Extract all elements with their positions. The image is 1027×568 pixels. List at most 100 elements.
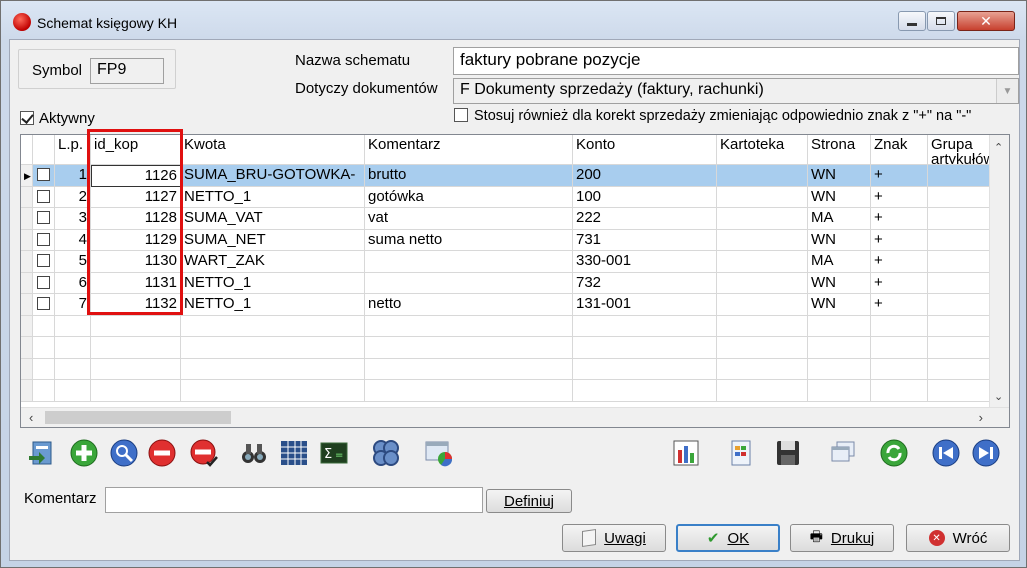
hscroll-thumb[interactable] <box>45 411 231 424</box>
cell-znak[interactable]: + <box>871 165 928 187</box>
cell-id_kop[interactable]: 1131 <box>91 272 181 294</box>
first-record-icon[interactable] <box>928 435 964 471</box>
scroll-left-icon[interactable]: ‹ <box>29 410 33 425</box>
binoculars-icon[interactable] <box>236 435 272 471</box>
uwagi-button[interactable]: Uwagi <box>562 524 666 552</box>
cell-kwota[interactable]: SUMA_NET <box>181 229 365 251</box>
cell-id_kop[interactable]: 1127 <box>91 186 181 208</box>
empty-row[interactable] <box>21 380 990 402</box>
settings-icon[interactable] <box>368 435 404 471</box>
edit-icon[interactable] <box>106 435 142 471</box>
cell-komentarz[interactable] <box>365 272 573 294</box>
cell-kwota[interactable]: NETTO_1 <box>181 294 365 316</box>
checkbox[interactable] <box>37 168 50 181</box>
empty-cell[interactable] <box>871 358 928 380</box>
table-row[interactable]: 7 1132 NETTO_1 netto 131-001 WN + <box>21 294 990 316</box>
cell-kwota[interactable]: NETTO_1 <box>181 186 365 208</box>
empty-cell[interactable] <box>55 337 91 359</box>
empty-cell[interactable] <box>717 337 808 359</box>
cell-lp[interactable]: 1 <box>55 165 91 187</box>
empty-cell[interactable] <box>33 358 55 380</box>
empty-cell[interactable] <box>928 380 990 402</box>
cell-konto[interactable]: 200 <box>573 165 717 187</box>
cell-lp[interactable]: 7 <box>55 294 91 316</box>
scroll-right-icon[interactable]: › <box>979 410 983 425</box>
add-icon[interactable] <box>66 435 102 471</box>
cell-strona[interactable]: WN <box>808 186 871 208</box>
cell-grupa[interactable] <box>928 165 990 187</box>
empty-cell[interactable] <box>55 380 91 402</box>
symbol-field[interactable]: FP9 <box>90 58 164 84</box>
empty-cell[interactable] <box>55 358 91 380</box>
cell-konto[interactable]: 330-001 <box>573 251 717 273</box>
header-konto[interactable]: Konto <box>573 135 717 165</box>
cell-strona[interactable]: MA <box>808 251 871 273</box>
cell-lp[interactable]: 6 <box>55 272 91 294</box>
windows-icon[interactable] <box>824 435 860 471</box>
cell-znak[interactable]: + <box>871 294 928 316</box>
empty-cell[interactable] <box>365 337 573 359</box>
maximize-button[interactable] <box>927 11 955 31</box>
cell-strona[interactable]: WN <box>808 272 871 294</box>
table-row[interactable]: 6 1131 NETTO_1 732 WN + <box>21 272 990 294</box>
cell-kartoteka[interactable] <box>717 229 808 251</box>
empty-cell[interactable] <box>55 315 91 337</box>
cell-lp[interactable]: 3 <box>55 208 91 230</box>
cell-komentarz[interactable]: brutto <box>365 165 573 187</box>
row-checkbox[interactable] <box>33 294 55 316</box>
ok-button[interactable]: ✔ OK <box>676 524 780 552</box>
checkbox[interactable] <box>37 297 50 310</box>
bar-chart-icon[interactable] <box>668 435 704 471</box>
cell-komentarz[interactable] <box>365 251 573 273</box>
last-record-icon[interactable] <box>968 435 1004 471</box>
cell-znak[interactable]: + <box>871 272 928 294</box>
aktywny-checkbox[interactable] <box>20 111 34 125</box>
table-row[interactable]: 4 1129 SUMA_NET suma netto 731 WN + <box>21 229 990 251</box>
cell-kwota[interactable]: WART_ZAK <box>181 251 365 273</box>
komentarz-field[interactable] <box>105 487 483 513</box>
scroll-up-icon[interactable]: ⌃ <box>994 141 1003 154</box>
table-row[interactable]: 3 1128 SUMA_VAT vat 222 MA + <box>21 208 990 230</box>
empty-cell[interactable] <box>928 358 990 380</box>
cell-konto[interactable]: 222 <box>573 208 717 230</box>
empty-cell[interactable] <box>91 380 181 402</box>
cell-kartoteka[interactable] <box>717 186 808 208</box>
cell-strona[interactable]: WN <box>808 165 871 187</box>
drukuj-button[interactable]: 🖶 Drukuj <box>790 524 894 552</box>
cell-kartoteka[interactable] <box>717 294 808 316</box>
empty-cell[interactable] <box>871 315 928 337</box>
empty-row[interactable] <box>21 315 990 337</box>
cell-id_kop[interactable]: 1132 <box>91 294 181 316</box>
checkbox[interactable] <box>37 254 50 267</box>
table-row[interactable]: 5 1130 WART_ZAK 330-001 MA + <box>21 251 990 273</box>
empty-cell[interactable] <box>33 337 55 359</box>
cell-grupa[interactable] <box>928 251 990 273</box>
vertical-scrollbar[interactable]: ⌃ ⌄ <box>989 135 1009 407</box>
wroc-button[interactable]: ✕ Wróć <box>906 524 1010 552</box>
delete-confirm-icon[interactable] <box>186 435 222 471</box>
delete-icon[interactable] <box>144 435 180 471</box>
row-checkbox[interactable] <box>33 186 55 208</box>
empty-cell[interactable] <box>91 337 181 359</box>
row-checkbox[interactable] <box>33 165 55 187</box>
formula-icon[interactable]: Σ = <box>316 435 352 471</box>
empty-cell[interactable] <box>573 315 717 337</box>
chart-window-icon[interactable] <box>420 435 456 471</box>
table-row[interactable]: 2 1127 NETTO_1 gotówka 100 WN + <box>21 186 990 208</box>
cell-grupa[interactable] <box>928 186 990 208</box>
empty-cell[interactable] <box>365 380 573 402</box>
checkbox[interactable] <box>37 232 50 246</box>
empty-cell[interactable] <box>928 315 990 337</box>
cell-id_kop[interactable]: 1130 <box>91 251 181 273</box>
empty-cell[interactable] <box>928 337 990 359</box>
empty-cell[interactable] <box>573 358 717 380</box>
cell-kwota[interactable]: SUMA_VAT <box>181 208 365 230</box>
nazwa-field[interactable]: faktury pobrane pozycje <box>453 47 1019 75</box>
empty-cell[interactable] <box>365 358 573 380</box>
cell-grupa[interactable] <box>928 208 990 230</box>
cell-kwota[interactable]: SUMA_BRU-GOTOWKA- <box>181 165 365 187</box>
header-kartoteka[interactable]: Kartoteka <box>717 135 808 165</box>
row-checkbox[interactable] <box>33 272 55 294</box>
empty-cell[interactable] <box>808 337 871 359</box>
minimize-button[interactable] <box>898 11 926 31</box>
